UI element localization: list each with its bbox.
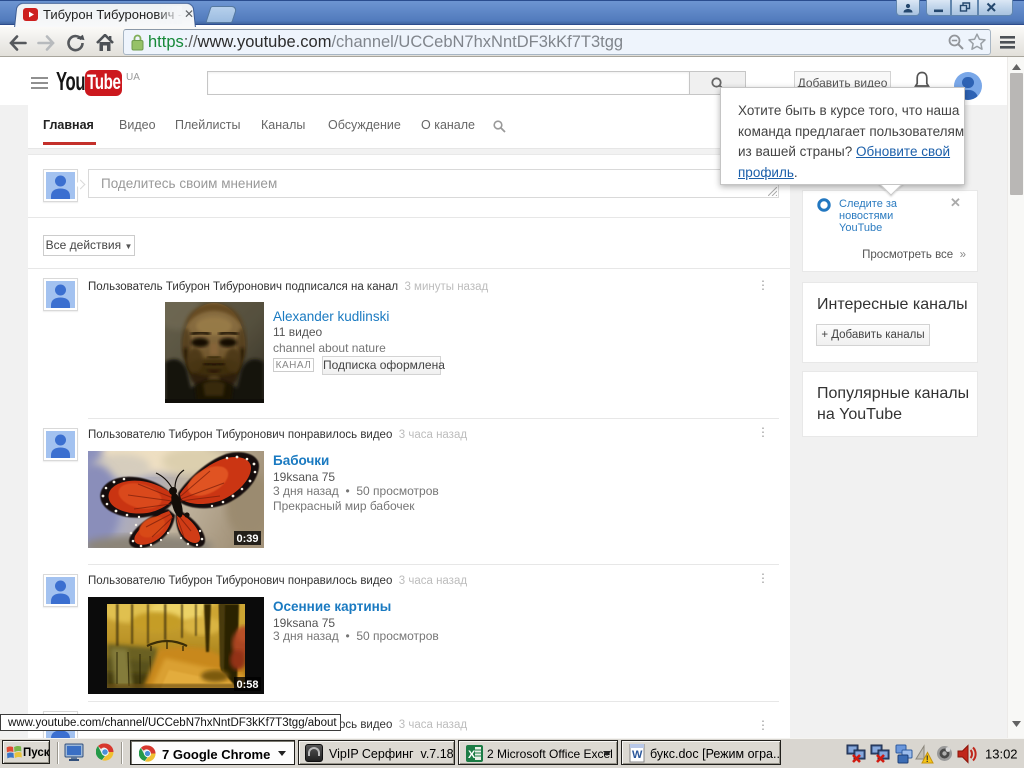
svg-text:13:02: 13:02 <box>985 747 1018 762</box>
svg-text:W: W <box>632 749 643 761</box>
svg-text:!: ! <box>926 754 929 764</box>
svg-text:X: X <box>468 749 476 761</box>
